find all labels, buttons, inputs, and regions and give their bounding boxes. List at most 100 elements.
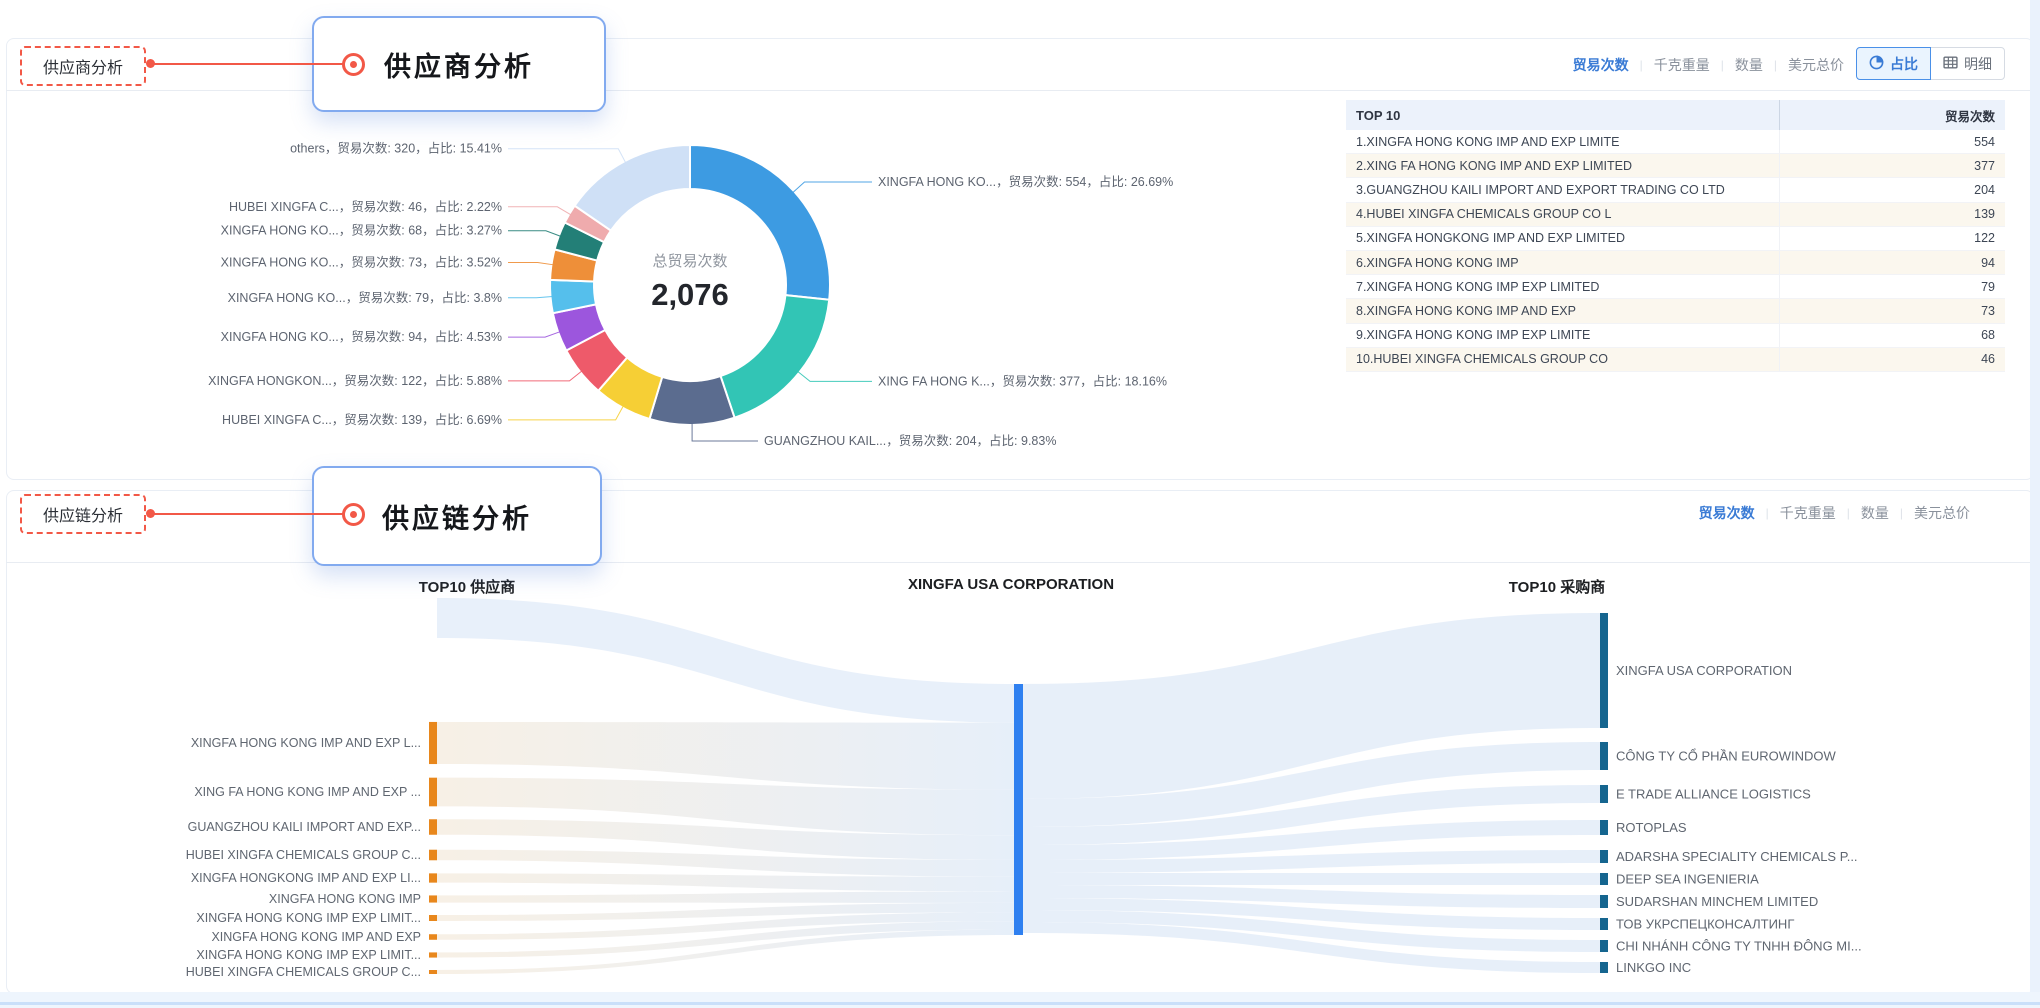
tab-separator: | xyxy=(1721,58,1724,72)
chain-callout-title: 供应链分析 xyxy=(382,497,532,536)
table-cell-name: 2.XING FA HONG KONG IMP AND EXP LIMITED xyxy=(1346,154,1779,177)
sankey-supplier-label: XINGFA HONGKONG IMP AND EXP LI... xyxy=(191,871,421,885)
sankey-supplier-label: XINGFA HONG KONG IMP EXP LIMIT... xyxy=(196,911,421,925)
donut-leader-line xyxy=(692,423,758,441)
table-row: 7.XINGFA HONG KONG IMP EXP LIMITED79 xyxy=(1346,275,2005,299)
table-cell-name: 3.GUANGZHOU KAILI IMPORT AND EXPORT TRAD… xyxy=(1346,178,1779,201)
sankey-buyer-label: E TRADE ALLIANCE LOGISTICS xyxy=(1616,787,1811,802)
donut-label: XINGFA HONG KO...，贸易次数: 79，占比: 3.8% xyxy=(228,290,502,305)
table-row: 9.XINGFA HONG KONG IMP EXP LIMITE68 xyxy=(1346,324,2005,348)
sankey-buyer-label: XINGFA USA CORPORATION xyxy=(1616,663,1792,678)
supplier-metric-tab-1[interactable]: 千克重量 xyxy=(1654,55,1710,75)
donut-label: others，贸易次数: 320，占比: 15.41% xyxy=(290,141,502,156)
tab-separator: | xyxy=(1766,506,1769,520)
bottom-edge-strip xyxy=(0,992,2040,1008)
sankey-buyer-label: ТОВ УКРСПЕЦКОНСАЛТИНГ xyxy=(1616,917,1794,932)
annotation-target-icon-2 xyxy=(342,503,365,526)
donut-slice[interactable] xyxy=(649,376,734,425)
donut-center: 总贸易次数 2,076 xyxy=(580,250,800,313)
table-cell-name: 10.HUBEI XINGFA CHEMICALS GROUP CO xyxy=(1346,348,1779,371)
sankey-flow xyxy=(1023,873,1600,885)
detail-view-button[interactable]: 明细 xyxy=(1930,47,2005,80)
sankey-buyer-label: SUDARSHAN MINCHEM LIMITED xyxy=(1616,894,1818,909)
donut-label: XINGFA HONG KO...，贸易次数: 68，占比: 3.27% xyxy=(221,223,502,238)
sankey-buyer-node[interactable] xyxy=(1600,918,1608,930)
sankey-supplier-node[interactable] xyxy=(429,934,437,940)
supply-chain-sankey: XINGFA HONG KONG IMP AND EXP L...XING FA… xyxy=(6,562,2032,990)
table-cell-name: 1.XINGFA HONG KONG IMP AND EXP LIMITE xyxy=(1346,130,1779,153)
supplier-section-tag: 供应商分析 xyxy=(20,46,146,86)
sankey-col-center: XINGFA USA CORPORATION xyxy=(871,576,1151,593)
table-cell-value: 122 xyxy=(1779,227,2005,250)
table-cell-name: 5.XINGFA HONGKONG IMP AND EXP LIMITED xyxy=(1346,227,1779,250)
table-cell-value: 46 xyxy=(1779,348,2005,371)
table-body: 1.XINGFA HONG KONG IMP AND EXP LIMITE554… xyxy=(1346,130,2005,372)
tab-separator: | xyxy=(1774,58,1777,72)
sankey-col-suppliers: TOP10 供应商 xyxy=(327,576,607,597)
sankey-supplier-label: GUANGZHOU KAILI IMPORT AND EXP... xyxy=(188,820,421,834)
table-cell-value: 73 xyxy=(1779,299,2005,322)
ratio-view-button[interactable]: 占比 xyxy=(1856,47,1931,80)
sankey-buyer-label: DEEP SEA INGENIERIA xyxy=(1616,872,1759,887)
donut-label: XINGFA HONGKON...，贸易次数: 122，占比: 5.88% xyxy=(208,373,502,388)
annotation-connector-line-2 xyxy=(152,513,350,515)
sankey-supplier-node[interactable] xyxy=(429,952,437,957)
sankey-supplier-node[interactable] xyxy=(429,722,437,764)
chain-metric-tab-1[interactable]: 千克重量 xyxy=(1780,503,1836,523)
donut-center-label: 总贸易次数 xyxy=(580,250,800,271)
sankey-buyer-node[interactable] xyxy=(1600,850,1608,863)
table-row: 10.HUBEI XINGFA CHEMICALS GROUP CO46 xyxy=(1346,348,2005,372)
sankey-supplier-label: XINGFA HONG KONG IMP AND EXP xyxy=(211,930,421,944)
page-scrollbar-track[interactable] xyxy=(2030,0,2040,1008)
donut-label: HUBEI XINGFA C...，贸易次数: 139，占比: 6.69% xyxy=(222,412,502,427)
sankey-buyer-node[interactable] xyxy=(1600,895,1608,908)
donut-leader-line xyxy=(508,262,553,264)
chain-metric-tab-2[interactable]: 数量 xyxy=(1861,503,1889,523)
sankey-supplier-label: XING FA HONG KONG IMP AND EXP ... xyxy=(194,785,421,799)
sankey-supplier-label: HUBEI XINGFA CHEMICALS GROUP C... xyxy=(186,848,421,862)
tab-separator: | xyxy=(1640,58,1643,72)
supplier-metric-tab-3[interactable]: 美元总价 xyxy=(1788,55,1844,75)
donut-label: XINGFA HONG KO...，贸易次数: 94，占比: 4.53% xyxy=(221,329,502,344)
sankey-col-buyers: TOP10 采购商 xyxy=(1417,576,1697,597)
sankey-supplier-node[interactable] xyxy=(429,970,437,974)
donut-slice[interactable] xyxy=(575,145,690,231)
sankey-buyer-label: CHI NHÁNH CÔNG TY TNHH ĐÔNG MI... xyxy=(1616,939,1862,954)
annotation-target-icon xyxy=(342,53,365,76)
sankey-center-node[interactable] xyxy=(1014,684,1023,935)
donut-label: XINGFA HONG KO...，贸易次数: 73，占比: 3.52% xyxy=(221,254,502,269)
sankey-supplier-node[interactable] xyxy=(429,819,437,835)
sankey-supplier-node[interactable] xyxy=(429,850,437,861)
sankey-buyer-node[interactable] xyxy=(1600,820,1608,835)
sankey-buyer-node[interactable] xyxy=(1600,962,1608,973)
donut-center-total: 2,076 xyxy=(580,277,800,313)
sankey-buyer-node[interactable] xyxy=(1600,873,1608,885)
sankey-supplier-label: XINGFA HONG KONG IMP EXP LIMIT... xyxy=(196,948,421,962)
sankey-buyer-label: ADARSHA SPECIALITY CHEMICALS P... xyxy=(1616,849,1858,864)
table-cell-value: 94 xyxy=(1779,251,2005,274)
supplier-metric-tab-2[interactable]: 数量 xyxy=(1735,55,1763,75)
table-cell-name: 4.HUBEI XINGFA CHEMICALS GROUP CO L xyxy=(1346,203,1779,226)
table-header-metric: 贸易次数 xyxy=(1779,100,2005,130)
table-icon xyxy=(1943,55,1958,73)
table-cell-name: 8.XINGFA HONG KONG IMP AND EXP xyxy=(1346,299,1779,322)
donut-leader-line xyxy=(508,332,560,337)
sankey-supplier-node[interactable] xyxy=(429,895,437,902)
sankey-supplier-node[interactable] xyxy=(429,915,437,921)
table-cell-name: 6.XINGFA HONG KONG IMP xyxy=(1346,251,1779,274)
sankey-supplier-node[interactable] xyxy=(429,778,437,807)
supplier-metric-tabs: 贸易次数 | 千克重量 | 数量 | 美元总价 xyxy=(1573,55,1844,75)
sankey-supplier-node[interactable] xyxy=(429,873,437,882)
sankey-buyer-node[interactable] xyxy=(1600,742,1608,770)
sankey-buyer-node[interactable] xyxy=(1600,613,1608,728)
top10-table: TOP 10 贸易次数 1.XINGFA HONG KONG IMP AND E… xyxy=(1346,100,2005,372)
donut-slice[interactable] xyxy=(721,295,830,418)
supplier-tag-label: 供应商分析 xyxy=(43,54,123,78)
sankey-buyer-node[interactable] xyxy=(1600,785,1608,803)
chain-metric-tab-0[interactable]: 贸易次数 xyxy=(1699,503,1755,523)
chain-metric-tab-3[interactable]: 美元总价 xyxy=(1914,503,1970,523)
table-cell-value: 79 xyxy=(1779,275,2005,298)
table-cell-value: 554 xyxy=(1779,130,2005,153)
supplier-metric-tab-0[interactable]: 贸易次数 xyxy=(1573,55,1629,75)
sankey-buyer-node[interactable] xyxy=(1600,940,1608,952)
